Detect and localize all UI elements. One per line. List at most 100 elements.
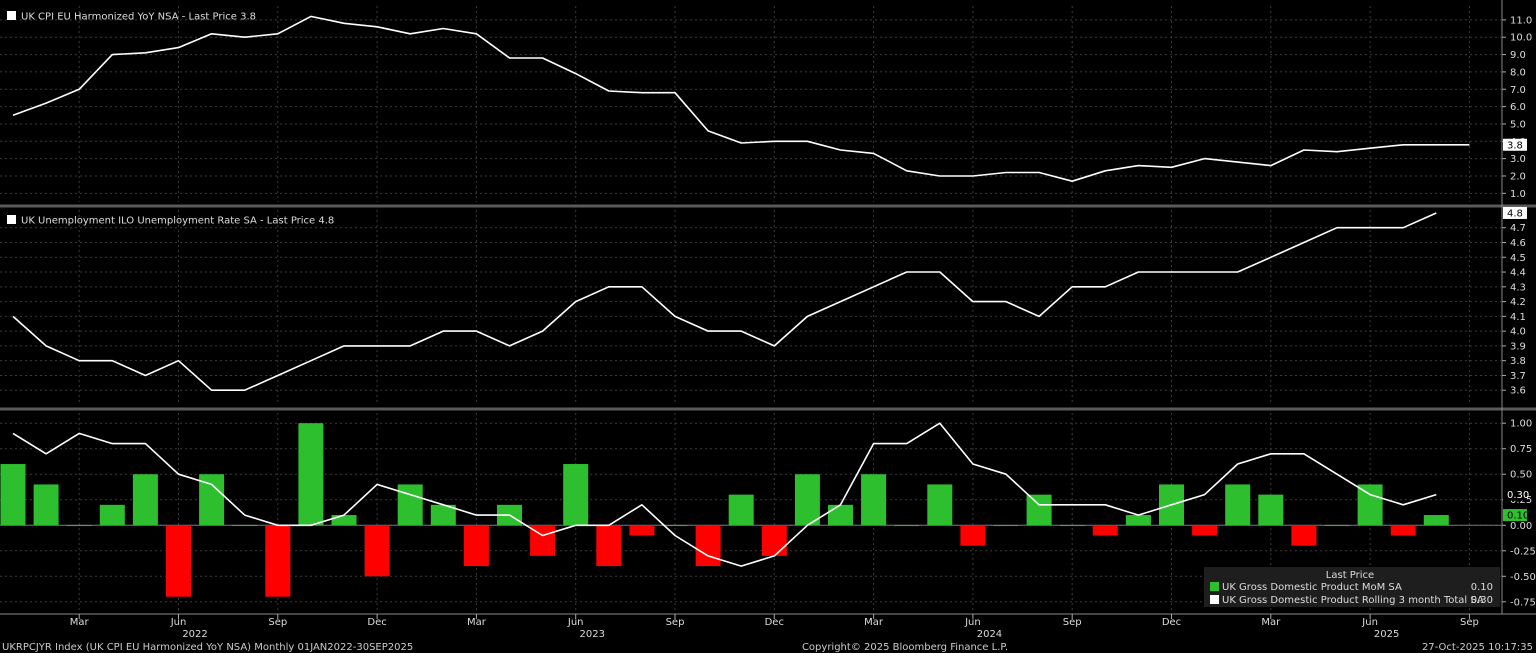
y-tick-label: 1.0 (1510, 189, 1526, 200)
x-tick-label: Mar (864, 617, 884, 628)
legend-swatch-mom (1210, 582, 1219, 591)
gdp-mom-bar (1192, 525, 1218, 536)
gdp-mom-bar (298, 423, 324, 526)
gdp-mom-bar (794, 474, 820, 526)
footer-center: Copyright© 2025 Bloomberg Finance L.P. (802, 642, 1008, 653)
legend-swatch-rolling (1210, 595, 1219, 604)
x-tick-label: Mar (1261, 617, 1281, 628)
unemployment-last-label: 4.8 (1507, 208, 1523, 219)
gdp-mom-bar (828, 504, 853, 526)
x-tick-label: Jun (1361, 617, 1378, 628)
x-year-label: 2023 (580, 629, 605, 640)
footer-right: 27-Oct-2025 10:17:35 (1422, 642, 1533, 653)
footer-left: UKRPCJYR Index (UK CPI EU Harmonized YoY… (2, 642, 413, 653)
y-tick-label: 4.7 (1510, 223, 1526, 234)
panel1-legend-swatch (7, 11, 16, 20)
x-year-label: 2025 (1374, 629, 1399, 640)
gdp-mom-bar (232, 525, 258, 527)
y-tick-label: 3.9 (1510, 341, 1526, 352)
legend-value-rolling: 0.30 (1471, 595, 1493, 606)
gdp-mom-bar (364, 525, 390, 577)
gdp-mom-bar (331, 515, 357, 526)
y-tick-label: 4.4 (1510, 268, 1526, 279)
x-tick-label: Sep (268, 617, 287, 628)
gdp-mom-bar (861, 474, 887, 526)
gdp-mom-bar (695, 525, 721, 567)
gdp-mom-bar (1291, 525, 1317, 546)
y-tick-label: 4.1 (1510, 312, 1526, 323)
y-tick-label: 3.0 (1510, 154, 1526, 165)
x-tick-label: Dec (1162, 617, 1181, 628)
gdp-mom-bar (1092, 525, 1118, 536)
y-tick-label: 0.50 (1510, 470, 1532, 481)
gdp-mom-bar (761, 525, 787, 556)
x-tick-label: Sep (1460, 617, 1479, 628)
gdp-mom-bar (894, 525, 920, 527)
y-tick-label: -0.50 (1510, 572, 1536, 583)
x-tick-label: Dec (367, 617, 386, 628)
y-tick-label: 5.0 (1510, 119, 1526, 130)
rolling-last-label: 0.30 (1507, 490, 1529, 501)
legend-header: Last Price (1326, 570, 1374, 581)
gdp-mom-bar (265, 525, 291, 597)
x-tick-label: Dec (765, 617, 784, 628)
y-tick-label: 8.0 (1510, 67, 1526, 78)
x-tick-label: Sep (666, 617, 685, 628)
y-tick-label: 4.3 (1510, 282, 1526, 293)
gdp-mom-bar (728, 494, 754, 526)
y-tick-label: -0.75 (1510, 597, 1536, 608)
gdp-mom-bar (1423, 515, 1449, 526)
x-tick-label: Jun (170, 617, 187, 628)
y-tick-label: 0.75 (1510, 444, 1532, 455)
cpi-last-label: 3.8 (1507, 140, 1523, 151)
y-tick-label: 4.5 (1510, 253, 1526, 264)
gdp-mom-bar (993, 525, 1019, 527)
gdp-mom-bar (1390, 525, 1416, 536)
gdp-mom-bar (1026, 494, 1052, 526)
gdp-mom-bar (1324, 525, 1350, 527)
y-tick-label: 9.0 (1510, 50, 1526, 61)
gdp-mom-bar (397, 484, 423, 526)
gdp-mom-bar (563, 464, 589, 526)
gdp-mom-bar (1357, 484, 1383, 526)
y-tick-label: 3.7 (1510, 371, 1526, 382)
gdp-mom-bar (1225, 484, 1251, 526)
gdp-mom-bar (66, 525, 92, 527)
mom-last-label: 0.10 (1507, 511, 1529, 522)
gdp-mom-bar (927, 484, 953, 526)
y-tick-label: 4.6 (1510, 238, 1526, 249)
y-tick-label: 3.8 (1510, 356, 1526, 367)
y-tick-label: 4.2 (1510, 297, 1526, 308)
x-tick-label: Jun (964, 617, 981, 628)
gdp-mom-bar (960, 525, 986, 546)
gdp-mom-bar (463, 525, 489, 567)
gdp-mom-bar (99, 504, 125, 526)
gdp-mom-bar (166, 525, 191, 597)
y-tick-label: 4.0 (1510, 327, 1526, 338)
panel1-title: UK CPI EU Harmonized YoY NSA - Last Pric… (21, 12, 256, 23)
x-year-label: 2022 (182, 629, 207, 640)
y-tick-label: 10.0 (1510, 33, 1532, 44)
panel3-legend: Last Price UK Gross Domestic Product MoM… (1204, 567, 1500, 607)
gdp-mom-bar (629, 525, 655, 536)
panel2-title: UK Unemployment ILO Unemployment Rate SA… (21, 216, 334, 227)
gdp-mom-bar (596, 525, 622, 567)
y-tick-label: 0.00 (1510, 521, 1532, 532)
y-tick-label: 2.0 (1510, 171, 1526, 182)
panel2-legend-swatch (7, 215, 16, 224)
y-tick-label: 3.6 (1510, 386, 1526, 397)
gdp-mom-bar (1059, 525, 1085, 527)
x-tick-label: Mar (467, 617, 487, 628)
y-tick-label: -0.25 (1510, 546, 1536, 557)
x-tick-label: Sep (1063, 617, 1082, 628)
bloomberg-chart: 1.0 2.0 3.0 4.0 5.0 6.0 7.0 8.0 9.0 10.0 11.0 3.6 3.… (0, 0, 1536, 653)
y-tick-label: 7.0 (1510, 85, 1526, 96)
gdp-mom-bar (132, 474, 158, 526)
x-tick-label: Jun (567, 617, 584, 628)
panel2-legend: UK Unemployment ILO Unemployment Rate SA… (7, 215, 334, 227)
gdp-mom-bar (33, 484, 59, 526)
gdp-mom-bar (1125, 515, 1151, 526)
gdp-mom-bar (1258, 494, 1284, 526)
panel1-legend: UK CPI EU Harmonized YoY NSA - Last Pric… (7, 11, 256, 23)
x-tick-label: Mar (70, 617, 90, 628)
